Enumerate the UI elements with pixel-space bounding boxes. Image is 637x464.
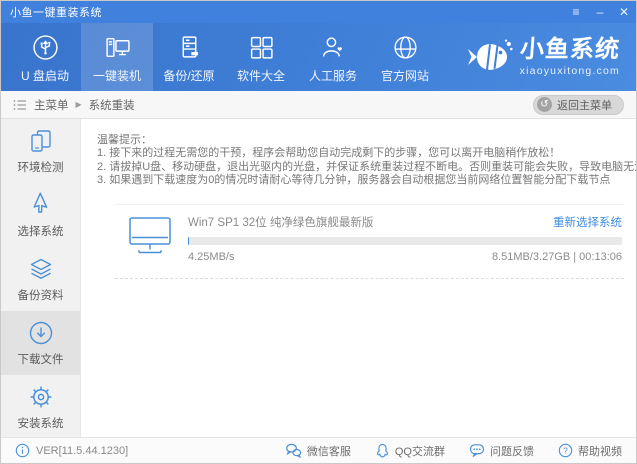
wechat-support-link[interactable]: 微信客服 — [285, 443, 351, 459]
menu-icon[interactable]: ≡ — [564, 1, 588, 23]
breadcrumb-separator-icon: ▶ — [76, 100, 82, 109]
breadcrumb-bar: 主菜单 ▶ 系统重装 ↺ 返回主菜单 — [1, 91, 636, 119]
titlebar: 小鱼一键重装系统 ≡ – ✕ — [1, 1, 636, 23]
window-title: 小鱼一键重装系统 — [10, 4, 102, 20]
nav-item-usb-boot[interactable]: U 盘启动 — [9, 23, 81, 91]
minimize-icon[interactable]: – — [588, 1, 612, 23]
env-check-icon — [28, 128, 54, 154]
sidebar-item-label: 备份资料 — [18, 287, 64, 303]
gear-icon — [28, 384, 54, 410]
status-link-label: 微信客服 — [307, 443, 351, 459]
version-label: VER[11.5.44.1230] — [36, 445, 128, 457]
back-arrow-icon: ↺ — [537, 97, 552, 112]
download-progress-bar — [188, 237, 622, 245]
nav-item-label: 人工服务 — [309, 67, 357, 84]
website-icon — [392, 31, 419, 61]
sidebar-item-env-check[interactable]: 环境检测 — [1, 119, 80, 183]
sidebar-item-backup-data[interactable]: 备份资料 — [1, 247, 80, 311]
nav-item-label: 一键装机 — [93, 67, 141, 84]
logo-text: 小鱼系统 xiaoyuxitong.com — [520, 38, 620, 77]
window-controls: ≡ – ✕ — [564, 1, 636, 23]
layers-icon — [28, 256, 54, 282]
wechat-icon — [285, 443, 302, 458]
menu-list-icon — [13, 99, 27, 111]
sidebar-item-label: 下载文件 — [18, 351, 64, 367]
customer-service-icon — [320, 31, 347, 61]
help-video-link[interactable]: ? 帮助视频 — [558, 443, 622, 459]
info-icon — [15, 443, 30, 458]
nav-item-label: 官方网站 — [381, 67, 429, 84]
tips-line-1: 1. 接下来的过程无需您的干预，程序会帮助您自动完成剩下的步骤，您可以离开电脑稍… — [97, 147, 624, 160]
qq-group-link[interactable]: QQ交流群 — [375, 443, 445, 459]
status-link-label: 帮助视频 — [578, 443, 622, 459]
sidebar-item-label: 环境检测 — [18, 159, 64, 175]
download-name: Win7 SP1 32位 纯净绿色旗舰最新版 — [188, 214, 553, 230]
nav-item-label: 软件大全 — [237, 67, 285, 84]
sidebar-item-select-system[interactable]: 选择系统 — [1, 183, 80, 247]
download-icon — [28, 320, 54, 346]
status-links: 微信客服 QQ交流群 — [285, 443, 622, 459]
logo-title: 小鱼系统 — [519, 38, 621, 62]
download-progress-fill — [188, 237, 189, 245]
cursor-icon — [28, 192, 54, 218]
nav-item-label: U 盘启动 — [21, 67, 69, 84]
download-item: Win7 SP1 32位 纯净绿色旗舰最新版 重新选择系统 4.25MB/s 8… — [115, 204, 624, 279]
version-info: VER[11.5.44.1230] — [15, 443, 128, 458]
main-content: 温馨提示： 1. 接下来的过程无需您的干预，程序会帮助您自动完成剩下的步骤，您可… — [81, 119, 636, 437]
back-to-main-menu-button[interactable]: ↺ 返回主菜单 — [533, 95, 624, 115]
nav-item-customer-service[interactable]: 人工服务 — [297, 23, 369, 91]
top-nav: U 盘启动 一键装机 备份/ — [1, 23, 636, 91]
nav-item-label: 备份/还原 — [163, 67, 214, 84]
status-link-label: QQ交流群 — [395, 443, 445, 459]
status-link-label: 问题反馈 — [490, 443, 534, 459]
nav-item-software-center[interactable]: 软件大全 — [225, 23, 297, 91]
sidebar-item-install-system[interactable]: 安装系统 — [1, 375, 80, 439]
backup-restore-icon — [176, 31, 203, 61]
reselect-system-link[interactable]: 重新选择系统 — [553, 214, 622, 230]
tips-line-2: 2. 请拔掉U盘、移动硬盘，退出光驱内的光盘，并保证系统重装过程不断电。否则重装… — [97, 161, 624, 174]
fish-logo-icon — [467, 38, 513, 76]
breadcrumb-current: 系统重装 — [89, 97, 135, 113]
tips-line-3: 3. 如果遇到下载速度为0的情况时请耐心等待几分钟，服务器会自动根据您当前网络位… — [97, 174, 624, 187]
body-row: 环境检测 选择系统 备份资料 — [1, 119, 636, 437]
software-grid-icon — [248, 31, 275, 61]
sidebar-item-label: 安装系统 — [18, 415, 64, 431]
download-progress-text: 8.51MB/3.27GB | 00:13:06 — [492, 251, 622, 263]
qq-icon — [375, 443, 390, 459]
sidebar-item-label: 选择系统 — [18, 223, 64, 239]
app-window: 小鱼一键重装系统 ≡ – ✕ U 盘启动 — [0, 0, 637, 464]
nav-item-official-website[interactable]: 官方网站 — [369, 23, 441, 91]
nav-item-backup-restore[interactable]: 备份/还原 — [153, 23, 225, 91]
nav-item-one-key-install[interactable]: 一键装机 — [81, 23, 153, 91]
tips-title: 温馨提示： — [97, 134, 624, 147]
usb-icon — [32, 31, 59, 61]
tips-block: 温馨提示： 1. 接下来的过程无需您的干预，程序会帮助您自动完成剩下的步骤，您可… — [97, 134, 624, 188]
help-icon: ? — [558, 443, 573, 458]
status-bar: VER[11.5.44.1230] 微信客服 — [1, 437, 636, 463]
download-speed: 4.25MB/s — [188, 251, 234, 263]
download-details: Win7 SP1 32位 纯净绿色旗舰最新版 重新选择系统 4.25MB/s 8… — [188, 214, 622, 263]
computer-icon — [104, 31, 131, 61]
monitor-icon — [127, 215, 173, 257]
breadcrumb-root[interactable]: 主菜单 — [34, 97, 69, 113]
sidebar-item-download-files[interactable]: 下载文件 — [1, 311, 80, 375]
sidebar: 环境检测 选择系统 备份资料 — [1, 119, 81, 437]
back-button-label: 返回主菜单 — [557, 97, 612, 113]
logo-subtitle: xiaoyuxitong.com — [520, 65, 620, 77]
feedback-icon — [469, 443, 485, 458]
close-icon[interactable]: ✕ — [612, 1, 636, 23]
feedback-link[interactable]: 问题反馈 — [469, 443, 534, 459]
brand-logo: 小鱼系统 xiaoyuxitong.com — [467, 23, 620, 91]
svg-text:?: ? — [563, 446, 568, 456]
